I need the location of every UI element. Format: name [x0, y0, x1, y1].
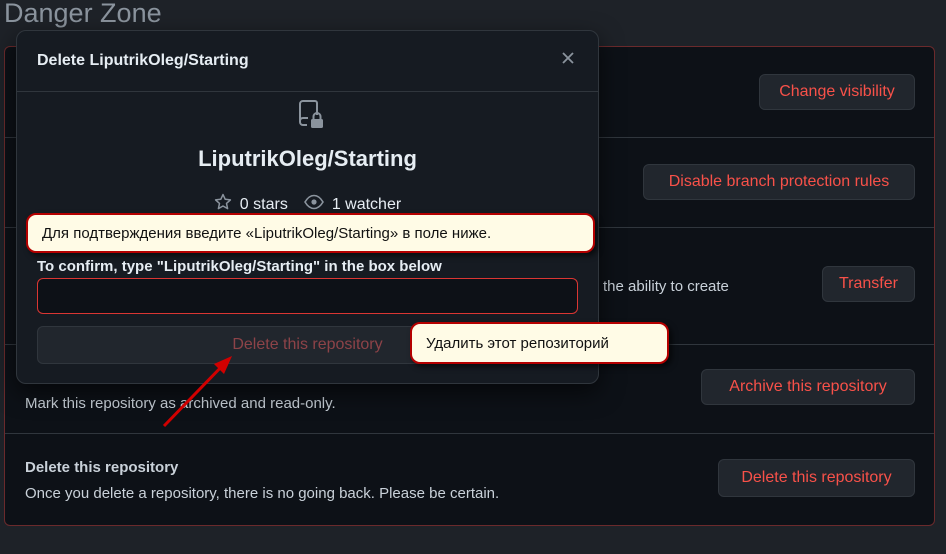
watchers-count: 1 watcher [331, 195, 402, 213]
change-visibility-button[interactable]: Change visibility [759, 74, 915, 110]
annotation-arrow-icon [162, 356, 232, 428]
confirm-label: To confirm, type "LiputrikOleg/Starting"… [37, 258, 442, 275]
dialog-title: Delete LiputrikOleg/Starting [37, 52, 249, 69]
page-title: Danger Zone [4, 0, 162, 28]
delete-repository-button[interactable]: Delete this repository [718, 459, 915, 497]
repo-locked-icon [297, 100, 325, 130]
dialog-header: Delete LiputrikOleg/Starting [17, 31, 598, 92]
archive-button[interactable]: Archive this repository [701, 369, 915, 405]
eye-icon [303, 194, 324, 215]
delete-description: Once you delete a repository, there is n… [25, 485, 500, 502]
confirm-repo-name-input[interactable] [37, 278, 578, 314]
transfer-button[interactable]: Transfer [822, 266, 915, 302]
delete-row: Delete this repository Once you delete a… [5, 433, 934, 526]
delete-hint-callout: Удалить этот репозиторий [410, 322, 669, 364]
confirm-hint-callout: Для подтверждения введите «LiputrikOleg/… [26, 213, 595, 253]
stars-count: 0 stars [239, 195, 288, 213]
repo-name: LiputrikOleg/Starting [198, 146, 417, 171]
delete-title: Delete this repository [25, 459, 179, 476]
close-icon[interactable] [558, 49, 578, 69]
transfer-description: the ability to create [603, 278, 729, 295]
disable-branch-protection-button[interactable]: Disable branch protection rules [643, 164, 915, 200]
